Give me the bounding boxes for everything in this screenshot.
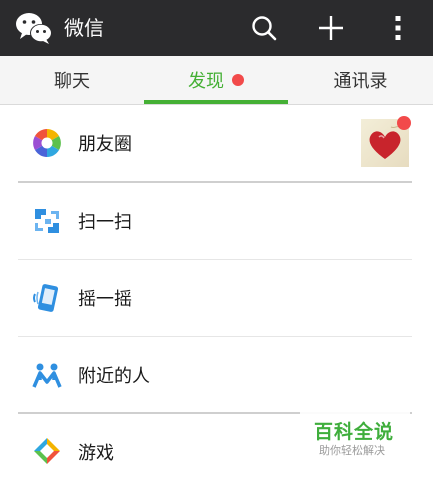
shake-icon: [33, 284, 59, 312]
moments-new-badge: [397, 116, 411, 130]
tab-discover-label: 发现: [188, 71, 224, 92]
list-item-scan[interactable]: 扫一扫: [0, 183, 433, 259]
tab-discover-badge: [232, 74, 244, 86]
tab-contacts-label: 通讯录: [333, 71, 388, 92]
list-item-label: 朋友圈: [78, 134, 132, 155]
games-icon: [34, 438, 60, 464]
add-icon[interactable]: [316, 13, 346, 43]
watermark-title: 百科全说: [314, 421, 395, 443]
tab-discover[interactable]: 发现: [144, 56, 288, 104]
list-item-label: 附近的人: [78, 366, 150, 387]
action-bar: 微信: [0, 0, 433, 56]
moments-icon: [33, 129, 61, 157]
tab-chats-label: 聊天: [54, 71, 90, 92]
list-item-label: 游戏: [78, 443, 114, 464]
scan-icon: [35, 209, 59, 233]
search-icon[interactable]: [249, 13, 279, 43]
app-title: 微信: [64, 16, 104, 40]
more-options-icon[interactable]: [383, 13, 413, 43]
watermark: 百科全说 助你轻松解决: [300, 405, 410, 485]
wechat-logo-icon: [16, 13, 52, 44]
watermark-subtitle: 助你轻松解决: [319, 444, 385, 457]
list-item-moments[interactable]: 朋友圈: [0, 105, 433, 181]
list-item-nearby-people[interactable]: 附近的人: [0, 337, 433, 413]
list-item-label: 扫一扫: [78, 212, 132, 233]
tab-chats[interactable]: 聊天: [0, 56, 144, 104]
list-item-label: 摇一摇: [78, 289, 132, 310]
list-item-shake[interactable]: 摇一摇: [0, 260, 433, 336]
active-tab-indicator: [144, 100, 288, 104]
nearby-people-icon: [32, 363, 62, 388]
tab-contacts[interactable]: 通讯录: [288, 56, 433, 104]
tab-bar: 聊天 发现 通讯录: [0, 56, 433, 105]
